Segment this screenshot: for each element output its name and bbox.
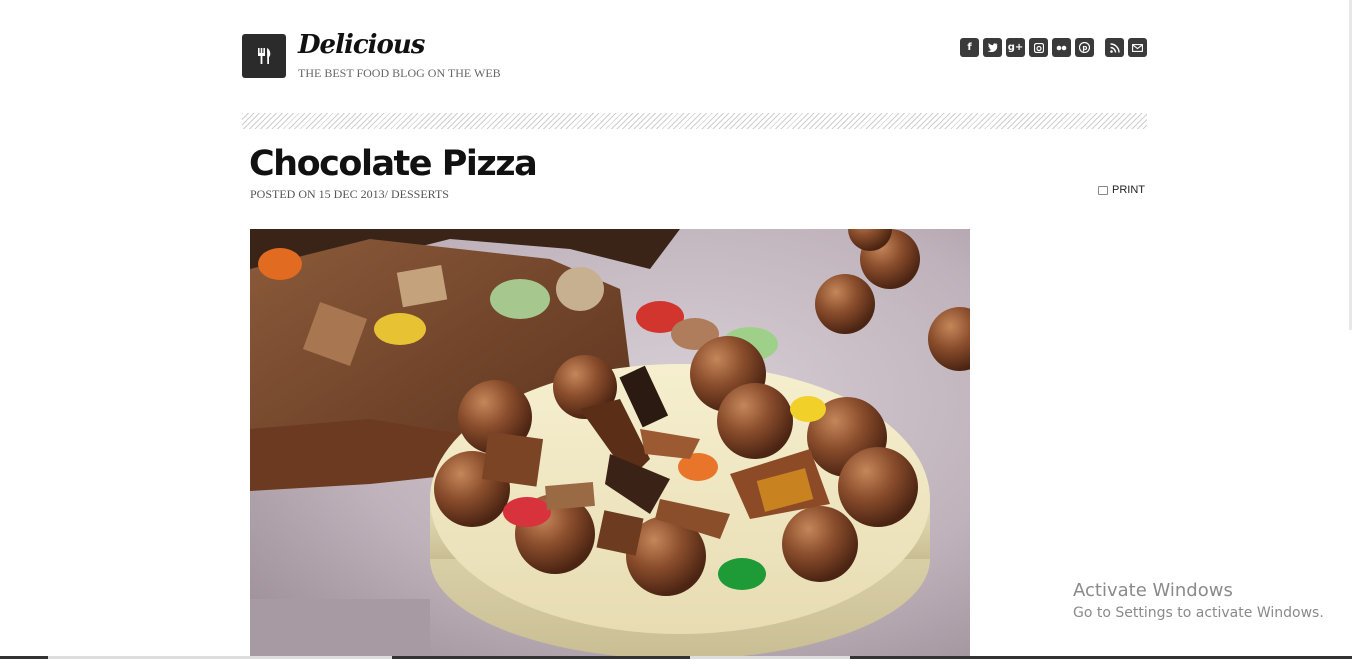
google-plus-icon[interactable]: g+ (1006, 38, 1025, 57)
post-meta: POSTED ON 15 DEC 2013/ DESSERTS (250, 187, 449, 201)
logo[interactable] (242, 34, 286, 78)
post-title: Chocolate Pizza (249, 144, 538, 184)
pinterest-icon[interactable]: p (1075, 38, 1094, 57)
instagram-icon[interactable] (1029, 38, 1048, 57)
site-title[interactable]: Delicious (298, 30, 425, 60)
watermark-subtitle: Go to Settings to activate Windows. (1073, 605, 1324, 621)
rss-icon[interactable] (1105, 38, 1124, 57)
watermark-title: Activate Windows (1073, 580, 1233, 601)
facebook-icon[interactable]: f (960, 38, 979, 57)
hatched-divider (242, 113, 1147, 129)
site-header: Delicious THE BEST FOOD BLOG ON THE WEB … (242, 30, 1147, 92)
post-featured-image (250, 229, 970, 659)
flickr-icon[interactable] (1052, 38, 1071, 57)
windows-activation-watermark: Activate Windows Go to Settings to activ… (1073, 580, 1324, 621)
email-icon[interactable] (1128, 38, 1147, 57)
svg-text:p: p (1082, 44, 1087, 52)
fork-knife-icon (258, 48, 271, 64)
print-label: PRINT (1112, 184, 1145, 196)
twitter-icon[interactable] (983, 38, 1002, 57)
print-button[interactable]: PRINT (1098, 184, 1145, 196)
social-icons: f g+ p (960, 38, 1147, 57)
site-tagline: THE BEST FOOD BLOG ON THE WEB (298, 66, 501, 80)
printer-icon (1098, 185, 1108, 195)
